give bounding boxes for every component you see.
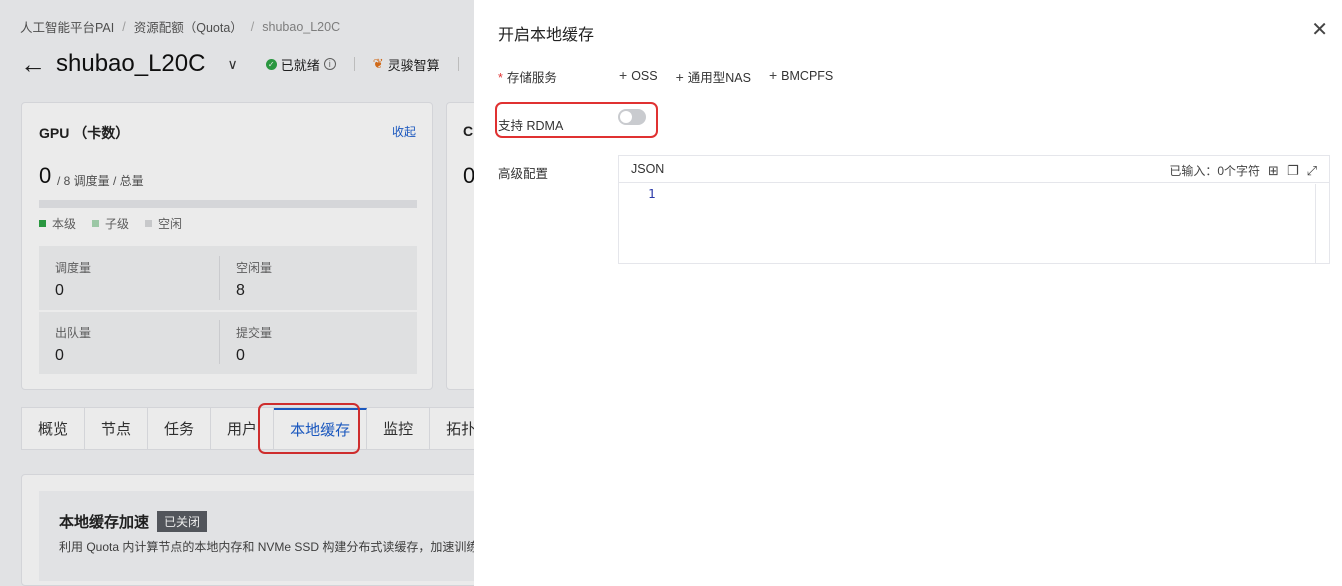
plus-icon: + xyxy=(675,69,684,85)
annotation-highlight xyxy=(495,102,658,138)
copy-icon[interactable]: ❐ xyxy=(1287,163,1299,179)
add-bmcpfs-button[interactable]: + BMCPFS xyxy=(769,67,833,86)
enable-local-cache-drawer: 开启本地缓存 ✕ * 存储服务 + OSS + 通用型NAS + BMCPFS 支持 R… xyxy=(474,0,1342,586)
add-oss-button[interactable]: + OSS xyxy=(619,67,658,86)
required-mark: * xyxy=(498,71,503,85)
option-label: OSS xyxy=(631,69,658,83)
storage-label-text: 存储服务 xyxy=(506,71,557,85)
add-nas-button[interactable]: + 通用型NAS xyxy=(676,67,751,86)
json-editor[interactable]: JSON 已输入：0个字符 ⊞ ❐ ⤢ 1 xyxy=(618,155,1330,264)
storage-service-label: * 存储服务 xyxy=(498,67,557,86)
fullscreen-icon[interactable]: ⤢ xyxy=(1307,163,1317,179)
editor-toolbar: 已输入：0个字符 ⊞ ❐ ⤢ xyxy=(1169,162,1317,179)
plus-icon: + xyxy=(768,67,778,83)
option-label: 通用型NAS xyxy=(687,71,751,85)
advanced-config-label: 高级配置 xyxy=(498,167,549,181)
line-number: 1 xyxy=(648,186,656,201)
option-label: BMCPFS xyxy=(781,69,834,83)
editor-header: JSON 已输入：0个字符 ⊞ ❐ ⤢ xyxy=(619,156,1329,183)
editor-language: JSON xyxy=(631,162,665,176)
drawer-mask[interactable] xyxy=(0,0,474,586)
storage-options: + OSS + 通用型NAS + BMCPFS xyxy=(619,67,833,86)
char-count: 已输入：0个字符 xyxy=(1169,164,1261,178)
editor-scrollbar[interactable] xyxy=(1315,184,1329,264)
import-file-icon[interactable]: ⊞ xyxy=(1268,163,1279,179)
plus-icon: + xyxy=(619,67,628,83)
close-icon[interactable]: ✕ xyxy=(1311,20,1328,40)
drawer-title: 开启本地缓存 xyxy=(498,27,595,44)
